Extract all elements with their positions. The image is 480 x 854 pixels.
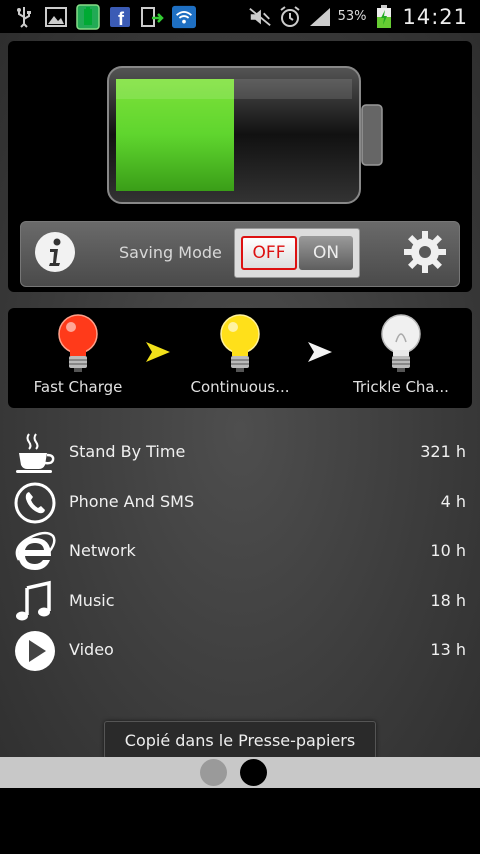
saving-mode-label: Saving Mode <box>119 243 222 262</box>
phone-icon <box>14 482 56 523</box>
gallery-icon <box>44 6 68 28</box>
app-body: Saving Mode OFF ON Fast Charge Continuou… <box>0 33 480 759</box>
arrow-right-icon <box>306 340 334 368</box>
stage-label: Trickle Cha... <box>353 378 449 396</box>
arrow-right-icon <box>144 340 172 368</box>
stage-label: Continuous... <box>190 378 290 396</box>
usage-time-list: Stand By Time 321 h Phone And SMS 4 h Ne… <box>0 428 480 676</box>
svg-text:f: f <box>118 9 125 28</box>
list-item-value: 321 h <box>420 442 466 461</box>
list-item-music[interactable]: Music 18 h <box>0 577 480 627</box>
gear-icon <box>404 231 446 273</box>
list-item-label: Music <box>69 590 115 610</box>
white-bulb-icon <box>381 314 421 372</box>
toggle-off-option[interactable]: OFF <box>241 236 297 270</box>
battery-panel: Saving Mode OFF ON <box>8 41 472 292</box>
battery-percent: 53% <box>337 9 367 24</box>
stage-continuous: Continuous... <box>170 312 310 396</box>
mute-icon <box>248 6 272 28</box>
list-item-video[interactable]: Video 13 h <box>0 626 480 676</box>
list-item-network[interactable]: Network 10 h <box>0 527 480 577</box>
status-bar: f 53% 14:21 <box>0 0 480 33</box>
signal-icon <box>308 6 332 28</box>
list-item-label: Video <box>69 640 114 659</box>
list-item-label: Network <box>69 541 136 560</box>
charge-stages-panel: Fast Charge Continuous... Trickle Cha... <box>8 308 472 408</box>
list-item-standby[interactable]: Stand By Time 321 h <box>0 428 480 478</box>
battery-level-graphic <box>106 65 386 209</box>
yellow-bulb-icon <box>220 314 260 372</box>
page-dot-active[interactable] <box>240 759 267 786</box>
bottom-bar <box>0 788 480 854</box>
list-item-label: Stand By Time <box>69 442 186 461</box>
list-item-value: 13 h <box>430 640 466 659</box>
settings-button[interactable] <box>401 228 449 276</box>
play-icon <box>15 631 55 671</box>
page-dot[interactable] <box>200 759 227 786</box>
info-icon <box>35 232 75 272</box>
alarm-icon <box>278 5 302 28</box>
internet-explorer-icon <box>15 531 56 570</box>
controls-bar: Saving Mode OFF ON <box>20 221 460 287</box>
list-item-value: 4 h <box>440 491 466 511</box>
list-item-label: Phone And SMS <box>69 491 195 511</box>
stage-trickle-charge: Trickle Cha... <box>331 312 471 396</box>
music-note-icon <box>16 580 51 620</box>
page-indicator <box>0 757 480 788</box>
wifi-icon <box>172 5 196 28</box>
usb-icon <box>12 6 36 28</box>
stage-fast-charge: Fast Charge <box>8 312 148 396</box>
battery-charging-icon <box>372 4 396 28</box>
info-button[interactable] <box>33 230 77 274</box>
clock: 14:21 <box>402 4 468 29</box>
red-bulb-icon <box>58 314 98 372</box>
saving-mode-toggle[interactable]: OFF ON <box>234 228 360 278</box>
facebook-icon: f <box>108 6 132 28</box>
list-item-phone-sms[interactable]: Phone And SMS 4 h <box>0 478 480 528</box>
toggle-on-option[interactable]: ON <box>299 236 353 270</box>
stage-label: Fast Charge <box>33 378 123 396</box>
list-item-value: 18 h <box>430 590 466 610</box>
coffee-cup-icon <box>16 433 55 473</box>
toast-message: Copié dans le Presse-papiers <box>104 721 376 759</box>
list-item-value: 10 h <box>430 541 466 560</box>
upload-icon <box>140 6 164 28</box>
battery-app-icon <box>76 3 100 30</box>
